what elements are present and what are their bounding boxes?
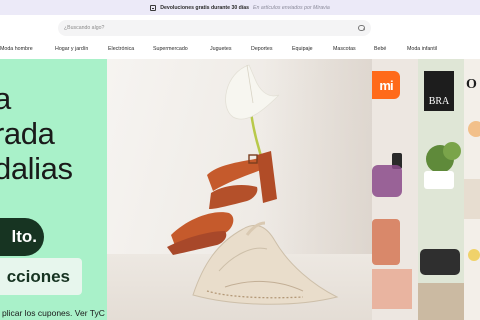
promo-tile-extra[interactable]: [464, 59, 480, 320]
promo-strong-text: Devoluciones gratis durante 30 días: [160, 4, 250, 11]
nav-item-deportes[interactable]: Deportes: [251, 46, 273, 52]
hero-cta-light-button[interactable]: cciones: [0, 258, 82, 295]
promo-bar: Devoluciones gratis durante 30 días En a…: [0, 0, 480, 15]
hero-product-image: [107, 59, 372, 320]
nav-item-juguetes[interactable]: Juguetes: [210, 46, 232, 52]
tile-c-logo: O: [466, 77, 477, 92]
device-product-icon: [372, 153, 412, 309]
hero-banner[interactable]: a rada dalias lto. cciones plicar los cu…: [0, 59, 372, 320]
nav-item-supermercado[interactable]: Supermercado: [153, 46, 188, 52]
nav-item-moda-infantil[interactable]: Moda infantil: [407, 46, 437, 52]
search-bar[interactable]: [58, 20, 371, 36]
category-nav: Moda hombre Hogar y jardín Electrónica S…: [0, 40, 480, 58]
nav-item-bebe[interactable]: Bebé: [374, 46, 386, 52]
nav-item-hogar-jardin[interactable]: Hogar y jardín: [55, 46, 88, 52]
hero-headline: a rada dalias: [0, 81, 73, 186]
food-product-icon: [464, 121, 480, 261]
kitchen-product-icon: [418, 142, 464, 320]
search-icon[interactable]: [358, 24, 365, 32]
nav-item-moda-hombre[interactable]: Moda hombre: [0, 46, 33, 52]
hero-legal-text[interactable]: plicar los cupones. Ver TyC: [2, 308, 105, 318]
promo-muted-text: En artículos enviados por Miravia: [253, 4, 330, 11]
box-icon: [150, 4, 157, 11]
hero-line-3: dalias: [0, 151, 73, 186]
hero-line-2: rada: [0, 116, 55, 151]
nav-item-mascotas[interactable]: Mascotas: [333, 46, 356, 52]
nav-item-equipaje[interactable]: Equipaje: [292, 46, 313, 52]
hero-line-1: a: [0, 81, 11, 116]
promo-tile-xiaomi[interactable]: mi: [372, 59, 418, 320]
promo-tile-bra[interactable]: BRA: [418, 59, 464, 320]
nav-item-electronica[interactable]: Electrónica: [108, 46, 134, 52]
search-input[interactable]: [64, 25, 358, 31]
sandal-illustration: [167, 64, 339, 305]
side-promo-tiles: mi BRA O: [372, 59, 480, 320]
hero-cta-dark-button[interactable]: lto.: [0, 218, 44, 256]
